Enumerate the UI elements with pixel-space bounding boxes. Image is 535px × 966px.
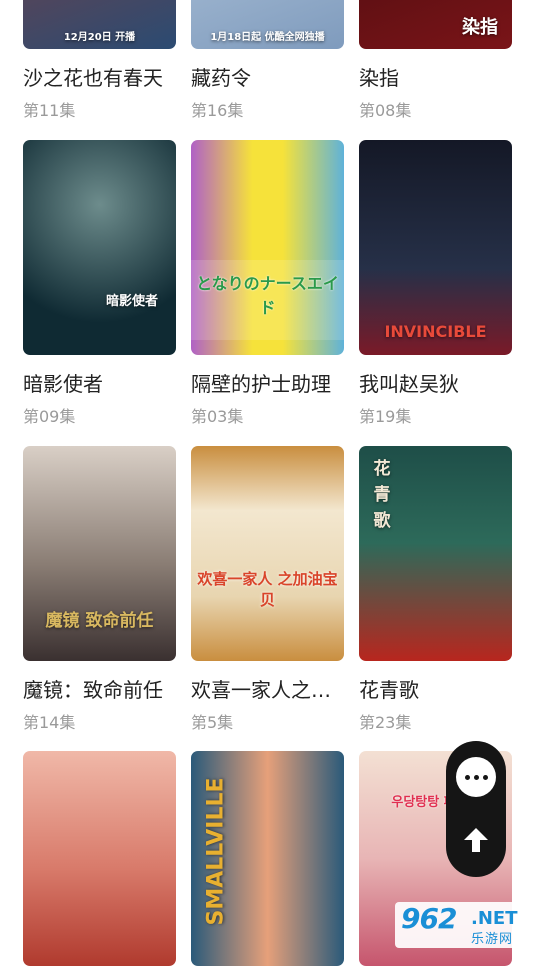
poster-image[interactable] xyxy=(23,751,176,966)
drama-card[interactable]: SMALLVILLE xyxy=(191,751,344,966)
episode-label: 第5集 xyxy=(191,713,234,732)
poster-image[interactable]: 花青歌 xyxy=(359,446,512,661)
drama-card[interactable]: 染指 染指 第08集 xyxy=(359,0,512,120)
drama-title[interactable]: 染指 xyxy=(359,62,529,91)
back-to-top-button[interactable] xyxy=(459,823,493,857)
drama-title[interactable]: 欢喜一家人之… xyxy=(191,674,361,703)
drama-card[interactable]: 暗影使者 暗影使者 第09集 xyxy=(23,140,176,426)
drama-title[interactable]: 沙之花也有春天 xyxy=(23,62,193,91)
episode-label: 第09集 xyxy=(23,407,76,426)
poster-caption: となりのナースエイド xyxy=(196,274,339,317)
drama-card[interactable] xyxy=(23,751,176,966)
drama-card[interactable]: 欢喜一家人 之加油宝贝 欢喜一家人之… 第5集 xyxy=(191,446,344,732)
watermark-site-name: 乐游网 xyxy=(471,932,514,947)
drama-card[interactable]: INVINCIBLE 我叫赵吴狄 第19集 xyxy=(359,140,512,426)
episode-label: 第19集 xyxy=(359,407,412,426)
poster-image[interactable]: 12月20日 开播 xyxy=(23,0,176,49)
poster-caption: 暗影使者 xyxy=(105,294,158,309)
drama-title[interactable]: 暗影使者 xyxy=(23,368,193,397)
drama-title[interactable]: 隔壁的护士助理 xyxy=(191,368,361,397)
episode-label: 第16集 xyxy=(191,101,244,120)
poster-image[interactable]: INVINCIBLE xyxy=(359,140,512,355)
poster-image[interactable]: 欢喜一家人 之加油宝贝 xyxy=(191,446,344,661)
drama-title[interactable]: 藏药令 xyxy=(191,62,361,91)
drama-title[interactable]: 我叫赵吴狄 xyxy=(359,368,529,397)
watermark-net: .NET xyxy=(471,908,518,929)
watermark-logo: 962 .NET 乐游网 xyxy=(395,902,531,948)
episode-label: 第23集 xyxy=(359,713,412,732)
poster-image[interactable]: SMALLVILLE xyxy=(191,751,344,966)
drama-card[interactable]: 1月18日起 优酷全网独播 藏药令 第16集 xyxy=(191,0,344,120)
drama-card[interactable]: 12月20日 开播 沙之花也有春天 第11集 xyxy=(23,0,176,120)
drama-title[interactable]: 魔镜：致命前任 xyxy=(23,674,193,703)
poster-caption: 欢喜一家人 之加油宝贝 xyxy=(197,570,338,609)
poster-caption: 染指 xyxy=(462,17,498,38)
poster-image[interactable]: 魔镜 致命前任 xyxy=(23,446,176,661)
floating-action-bar xyxy=(446,741,506,877)
drama-card[interactable]: となりのナースエイド 隔壁的护士助理 第03集 xyxy=(191,140,344,426)
chat-button[interactable] xyxy=(456,757,496,797)
poster-image[interactable]: 暗影使者 xyxy=(23,140,176,355)
episode-label: 第14集 xyxy=(23,713,76,732)
poster-caption: 12月20日 开播 xyxy=(63,32,136,43)
drama-card[interactable]: 花青歌 花青歌 第23集 xyxy=(359,446,512,732)
poster-image[interactable]: 染指 xyxy=(359,0,512,49)
drama-card[interactable]: 魔镜 致命前任 魔镜：致命前任 第14集 xyxy=(23,446,176,732)
poster-caption: 花青歌 xyxy=(373,459,391,531)
poster-caption: SMALLVILLE xyxy=(203,777,229,926)
episode-label: 第03集 xyxy=(191,407,244,426)
poster-caption: 1月18日起 优酷全网独播 xyxy=(210,32,325,43)
arrow-up-icon xyxy=(464,828,488,852)
drama-title[interactable]: 花青歌 xyxy=(359,674,529,703)
poster-image[interactable]: となりのナースエイド xyxy=(191,140,344,355)
episode-label: 第08集 xyxy=(359,101,412,120)
watermark-number: 962 xyxy=(401,902,457,935)
episode-label: 第11集 xyxy=(23,101,76,120)
poster-caption: INVINCIBLE xyxy=(384,322,487,341)
chat-bubble-icon xyxy=(463,774,490,780)
poster-image[interactable]: 1月18日起 优酷全网独播 xyxy=(191,0,344,49)
poster-caption: 魔镜 致命前任 xyxy=(45,611,154,631)
